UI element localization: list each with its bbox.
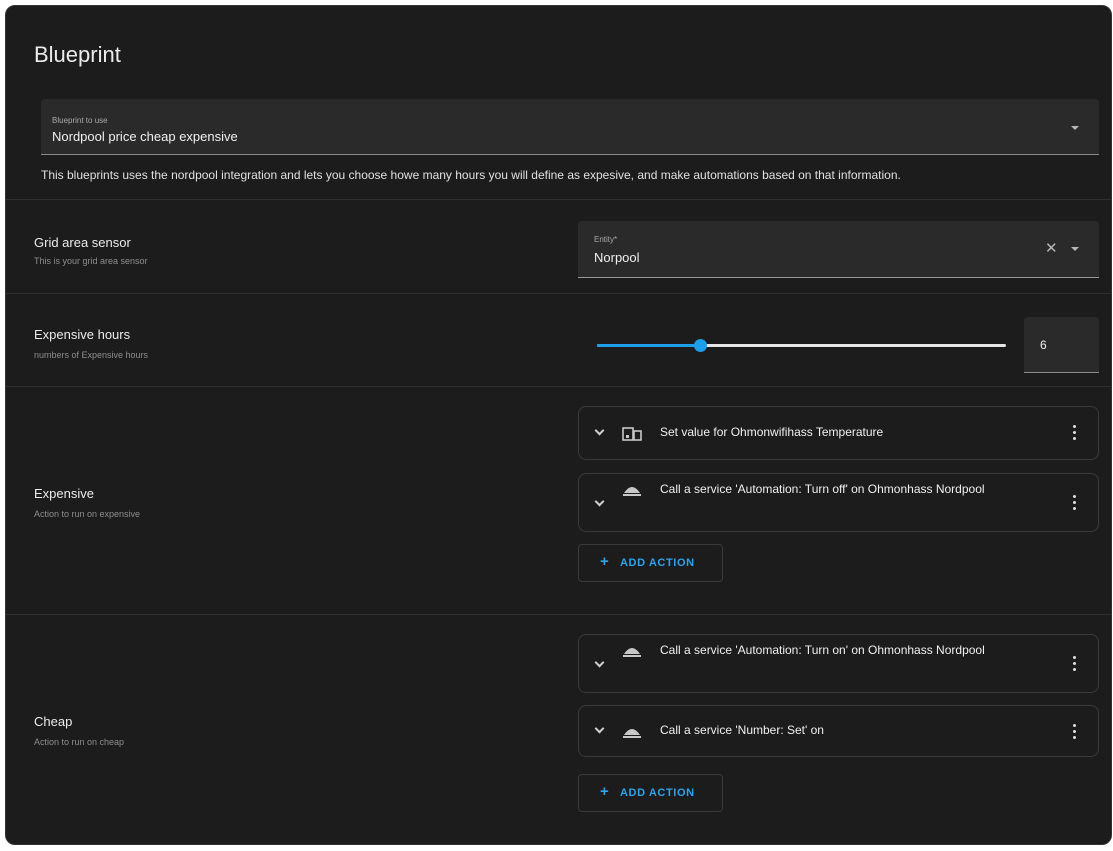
action-item[interactable]: Call a service 'Number: Set' on xyxy=(578,705,1099,757)
slider-thumb[interactable] xyxy=(694,339,708,352)
add-action-label: ADD ACTION xyxy=(620,557,695,569)
divider xyxy=(6,614,1111,615)
service-icon xyxy=(623,648,641,657)
add-action-button[interactable]: + ADD ACTION xyxy=(578,544,723,582)
divider xyxy=(6,293,1111,294)
blueprint-card: Blueprint Blueprint to use Nordpool pric… xyxy=(5,5,1112,845)
service-icon xyxy=(623,487,641,496)
chevron-down-icon[interactable] xyxy=(594,723,605,734)
add-action-button[interactable]: + ADD ACTION xyxy=(578,774,723,812)
plus-icon: + xyxy=(600,783,610,800)
expensive-hours-value: 6 xyxy=(1040,338,1047,352)
action-item[interactable]: Call a service 'Automation: Turn on' on … xyxy=(578,634,1099,693)
expensive-hours-input[interactable]: 6 xyxy=(1024,317,1099,373)
entity-picker[interactable]: Entity* Norpool ✕ xyxy=(578,221,1099,278)
blueprint-description: This blueprints uses the nordpool integr… xyxy=(41,168,901,182)
grid-area-subtitle: This is your grid area sensor xyxy=(34,256,148,266)
more-options-icon[interactable] xyxy=(1073,724,1076,739)
chevron-down-icon[interactable] xyxy=(594,657,605,668)
device-icon xyxy=(622,427,642,441)
more-options-icon[interactable] xyxy=(1073,495,1076,510)
grid-area-title: Grid area sensor xyxy=(34,235,131,250)
divider xyxy=(6,199,1111,200)
divider xyxy=(6,386,1111,387)
add-action-label: ADD ACTION xyxy=(620,787,695,799)
slider-fill xyxy=(597,344,701,347)
blueprint-select-label: Blueprint to use xyxy=(52,116,108,125)
expensive-title: Expensive xyxy=(34,486,94,501)
expensive-hours-slider[interactable] xyxy=(597,339,1006,352)
chevron-down-icon[interactable] xyxy=(594,496,605,507)
expensive-hours-subtitle: numbers of Expensive hours xyxy=(34,350,149,360)
action-item[interactable]: Set value for Ohmonwifihass Temperature xyxy=(578,406,1099,460)
action-text: Call a service 'Automation: Turn off' on… xyxy=(660,482,985,496)
action-text: Call a service 'Number: Set' on xyxy=(660,723,824,737)
expensive-hours-title: Expensive hours xyxy=(34,327,131,342)
card-title: Blueprint xyxy=(34,42,121,67)
entity-picker-value: Norpool xyxy=(594,250,640,265)
entity-picker-label: Entity* xyxy=(594,235,618,244)
service-icon xyxy=(623,729,641,738)
dropdown-caret-icon xyxy=(1071,126,1079,130)
dropdown-caret-icon[interactable] xyxy=(1071,247,1079,251)
blueprint-select-value: Nordpool price cheap expensive xyxy=(52,129,238,144)
plus-icon: + xyxy=(600,553,610,570)
clear-icon[interactable]: ✕ xyxy=(1045,241,1058,256)
chevron-down-icon[interactable] xyxy=(594,425,605,436)
action-text: Set value for Ohmonwifihass Temperature xyxy=(660,425,884,439)
more-options-icon[interactable] xyxy=(1073,656,1076,671)
action-text: Call a service 'Automation: Turn on' on … xyxy=(660,643,985,657)
action-item[interactable]: Call a service 'Automation: Turn off' on… xyxy=(578,473,1099,532)
cheap-title: Cheap xyxy=(34,714,73,729)
expensive-subtitle: Action to run on expensive xyxy=(34,509,141,519)
more-options-icon[interactable] xyxy=(1073,425,1076,440)
blueprint-select[interactable]: Blueprint to use Nordpool price cheap ex… xyxy=(41,99,1099,155)
cheap-subtitle: Action to run on cheap xyxy=(34,737,125,747)
